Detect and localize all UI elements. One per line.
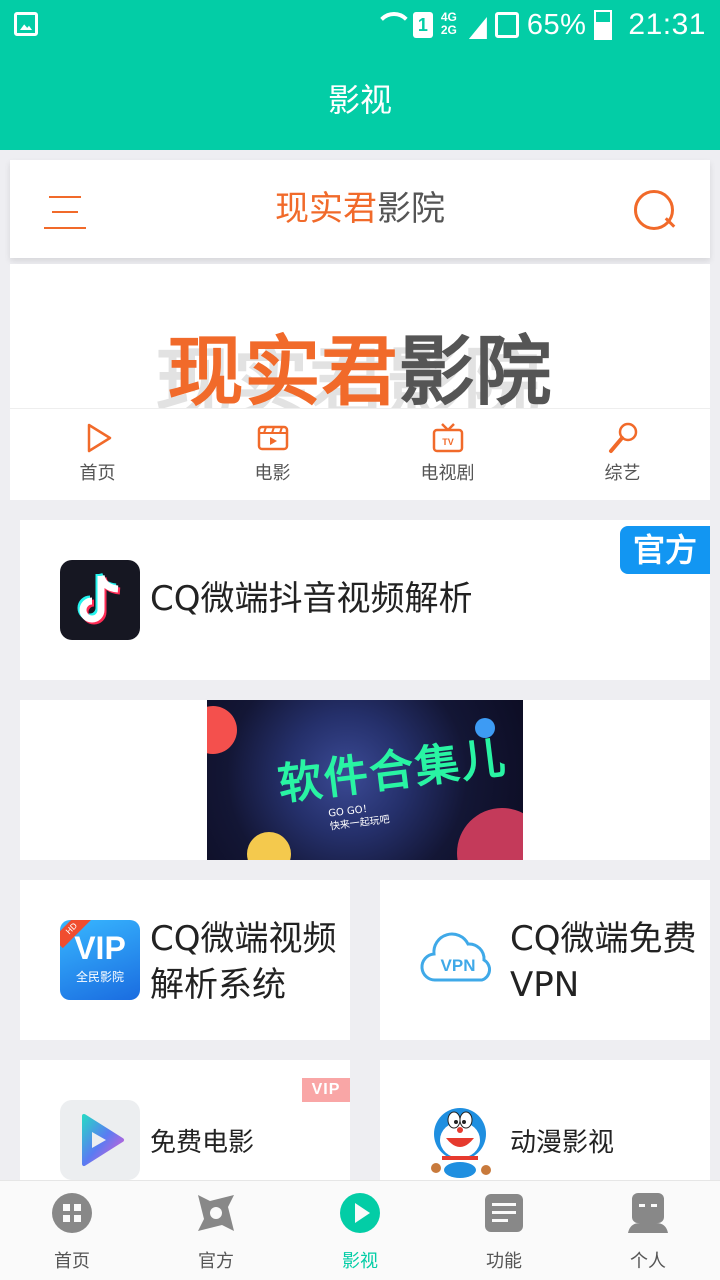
nav-item-label: 电视剧 xyxy=(420,463,475,484)
nav-item-label: 电影 xyxy=(254,463,291,484)
search-icon[interactable] xyxy=(634,190,676,232)
site-title-orange: 现实君 xyxy=(275,189,377,229)
promo-text: 软件合集儿 xyxy=(275,732,510,811)
svg-text:VPN: VPN xyxy=(441,956,476,975)
movie-play-logo-icon xyxy=(60,1100,140,1180)
site-banner: 现实君影院 现实君影院 xyxy=(10,264,710,410)
vip-badge: VIP xyxy=(302,1078,350,1102)
tiktok-parser-card[interactable]: CQ微端抖音视频解析 官方 xyxy=(20,520,710,680)
site-header: 现实君影院 xyxy=(10,160,710,258)
official-badge: 官方 xyxy=(620,526,710,574)
vpn-card-title: CQ微端免费VPN xyxy=(510,919,697,1005)
film-icon xyxy=(257,425,288,451)
tab-home[interactable]: 首页 xyxy=(0,1181,144,1280)
image-notification-icon xyxy=(14,12,38,36)
tab-official[interactable]: 官方 xyxy=(144,1181,288,1280)
vpn-card[interactable]: VPN CQ微端免费VPN xyxy=(380,880,710,1040)
home-icon xyxy=(52,1193,92,1233)
nav-item-movie[interactable]: 电影 xyxy=(185,409,360,500)
nav-item-variety[interactable]: 综艺 xyxy=(535,409,710,500)
banner-logo-orange: 现实君 xyxy=(167,327,399,410)
video-parser-card-title: CQ微端视频解析系统 xyxy=(150,919,337,1005)
play-icon xyxy=(87,423,111,453)
person-icon xyxy=(628,1193,668,1233)
nav-item-tv[interactable]: TV 电视剧 xyxy=(360,409,535,500)
category-nav: 首页 电影 TV 电视剧 综艺 xyxy=(10,408,710,500)
tab-personal[interactable]: 个人 xyxy=(576,1181,720,1280)
tiktok-logo-icon xyxy=(60,560,140,640)
bottom-tab-bar: 首页 官方 影视 功能 个人 xyxy=(0,1180,720,1280)
tab-video[interactable]: 影视 xyxy=(288,1181,432,1280)
app-bar: 影视 xyxy=(0,50,720,150)
free-movie-card[interactable]: 免费电影 VIP xyxy=(20,1060,350,1190)
clock: 21:31 xyxy=(628,8,706,41)
cellular-signal-icon: 4G 2G xyxy=(441,11,487,39)
nav-item-label: 综艺 xyxy=(604,463,641,484)
banner-logo: 现实君影院 现实君影院 xyxy=(10,324,710,410)
tab-label: 功能 xyxy=(486,1251,522,1272)
doraemon-icon xyxy=(431,1108,491,1178)
sim-slot-icon: 1 xyxy=(412,12,433,38)
promo-banner-card[interactable]: 软件合集儿 GO GO！ 快来一起玩吧 xyxy=(20,700,710,860)
status-bar: 1 4G 2G 65% 21:31 xyxy=(0,0,720,50)
nav-item-home[interactable]: 首页 xyxy=(10,409,185,500)
vip-cinema-logo-icon: HD VIP 全民影院 xyxy=(60,920,140,1000)
svg-text:TV: TV xyxy=(442,437,454,447)
vpn-cloud-icon: VPN xyxy=(420,932,491,982)
tiktok-card-title: CQ微端抖音视频解析 xyxy=(150,579,473,619)
microphone-icon xyxy=(608,422,637,453)
tab-label: 影视 xyxy=(342,1251,378,1272)
anime-card[interactable]: 动漫影视 xyxy=(380,1060,710,1190)
tab-function[interactable]: 功能 xyxy=(432,1181,576,1280)
official-icon xyxy=(198,1195,234,1231)
anime-title: 动漫影视 xyxy=(510,1128,615,1158)
battery-icon xyxy=(594,10,613,40)
function-icon xyxy=(485,1194,523,1232)
tv-icon: TV xyxy=(432,423,463,453)
app-bar-title: 影视 xyxy=(327,81,392,119)
tab-label: 官方 xyxy=(198,1251,234,1272)
nav-item-label: 首页 xyxy=(79,463,116,484)
banner-logo-gray: 影院 xyxy=(398,327,553,410)
battery-percent: 65% xyxy=(526,8,587,41)
promo-image: 软件合集儿 GO GO！ 快来一起玩吧 xyxy=(207,700,523,860)
sd-card-icon xyxy=(494,12,519,38)
tab-label: 个人 xyxy=(630,1251,666,1272)
site-title-gray: 影院 xyxy=(377,189,445,229)
free-movie-title: 免费电影 xyxy=(150,1128,255,1158)
video-icon xyxy=(340,1193,380,1233)
site-title: 现实君影院 xyxy=(10,186,710,232)
wifi-icon xyxy=(375,12,405,38)
video-parser-card[interactable]: HD VIP 全民影院 CQ微端视频解析系统 xyxy=(20,880,350,1040)
tab-label: 首页 xyxy=(54,1251,90,1272)
